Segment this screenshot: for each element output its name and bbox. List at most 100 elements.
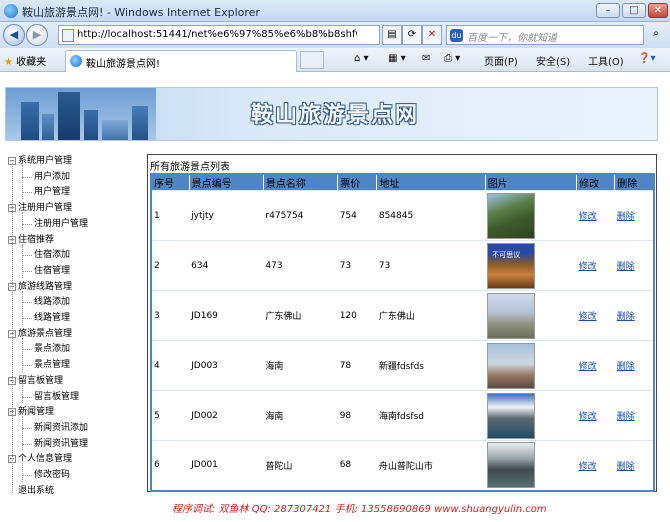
cell-index: 2 [151, 240, 190, 291]
cell-price: 78 [337, 340, 377, 391]
menu-item[interactable]: 用户添加 [34, 171, 70, 183]
cell-code: 634 [189, 240, 264, 291]
edit-link[interactable]: 修改 [579, 462, 597, 472]
maximize-button[interactable]: □ [622, 3, 646, 18]
table-row: 6 JD001 普陀山 68 舟山普陀山市 修改 删除 [151, 440, 654, 491]
url-text[interactable]: http://localhost:51441/net%e6%97%85%e6%b… [77, 29, 357, 40]
menu-item[interactable]: 景点添加 [34, 343, 70, 355]
cell-delete: 删除 [614, 290, 654, 341]
address-bar[interactable]: http://localhost:51441/net%e6%97%85%e6%b… [58, 25, 380, 45]
search-icon[interactable]: ⌕ [646, 25, 666, 45]
menu-item[interactable]: 新闻资讯添加 [34, 422, 88, 434]
delete-link[interactable]: 删除 [617, 362, 635, 372]
browser-tab[interactable]: 鞍山旅游景点网! [65, 50, 297, 72]
temple-village-photo[interactable] [487, 442, 536, 489]
edit-link[interactable]: 修改 [579, 412, 597, 422]
delete-link[interactable]: 删除 [617, 462, 635, 472]
forward-button[interactable]: ▶ [26, 24, 48, 46]
menu-item[interactable]: 留言板管理 [34, 391, 79, 403]
edit-link[interactable]: 修改 [579, 312, 597, 322]
cell-image [485, 440, 577, 491]
cell-price: 68 [337, 440, 377, 491]
menu-item[interactable]: 住宿管理 [34, 265, 70, 277]
menu-group[interactable]: − 留言板管理 [8, 375, 63, 387]
cell-address: 广东佛山 [376, 290, 486, 341]
cell-image [485, 340, 577, 391]
delete-link[interactable]: 删除 [617, 262, 635, 272]
menu-item[interactable]: 注册用户管理 [34, 218, 88, 230]
city-skyline-photo[interactable] [487, 292, 536, 339]
image-caption: 不可思议 [492, 250, 521, 259]
cell-name: 普陀山 [263, 440, 338, 491]
address-row: ◀ ▶ http://localhost:51441/net%e6%97%85%… [0, 22, 670, 48]
cell-code: JD003 [189, 340, 264, 391]
tab-label: 鞍山旅游景点网! [86, 59, 161, 70]
table-row: 1 jytjty r475754 754 854845 修改 删除 [151, 190, 654, 241]
menu-item[interactable]: 线路管理 [34, 312, 70, 324]
compat-view-button[interactable]: ▤ [382, 25, 402, 45]
delete-link[interactable]: 删除 [617, 412, 635, 422]
delete-link[interactable]: 删除 [617, 212, 635, 222]
cell-name: 广东佛山 [263, 290, 338, 341]
home-icon[interactable]: ⌂ ▾ [354, 53, 369, 64]
edit-link[interactable]: 修改 [579, 212, 597, 222]
delete-link[interactable]: 删除 [617, 312, 635, 322]
cell-edit: 修改 [576, 290, 615, 341]
new-tab-button[interactable] [300, 51, 324, 69]
travel-poster-photo[interactable]: 不可思议 [487, 242, 536, 289]
col-code: 景点编号 [189, 174, 264, 191]
menu-group[interactable]: − 旅游线路管理 [8, 281, 72, 293]
menu-group[interactable]: − 注册用户管理 [8, 202, 72, 214]
tower-city-photo[interactable] [487, 342, 536, 389]
menu-group-label: 旅游线路管理 [18, 281, 73, 292]
cell-delete: 删除 [614, 190, 654, 241]
menu-item[interactable]: 修改密码 [34, 469, 70, 481]
stop-button[interactable]: ✕ [422, 25, 442, 45]
menu-item[interactable]: 住宿添加 [34, 249, 70, 261]
menu-group[interactable]: − 系统用户管理 [8, 155, 72, 167]
page-menu[interactable]: 页面(P) [484, 53, 518, 68]
table-row: 3 JD169 广东佛山 120 广东佛山 修改 删除 [151, 290, 654, 341]
tools-menu[interactable]: 工具(O) [588, 53, 624, 68]
menu-item[interactable]: 用户管理 [34, 186, 70, 198]
safety-menu[interactable]: 安全(S) [536, 53, 570, 68]
menu-group[interactable]: − 住宿推荐 [8, 234, 54, 246]
refresh-button[interactable]: ⟳ [402, 25, 422, 45]
close-button[interactable]: ✕ [648, 3, 668, 18]
menu-item[interactable]: 景点管理 [34, 359, 70, 371]
favorites-button[interactable]: ★ 收藏夹 [4, 53, 46, 68]
feeds-icon[interactable]: ▦ ▾ [388, 53, 406, 64]
search-placeholder[interactable]: 百度一下，你就知道 [467, 29, 557, 44]
edit-link[interactable]: 修改 [579, 362, 597, 372]
ie-logo-icon [4, 4, 18, 18]
menu-group[interactable]: − 新闻管理 [8, 406, 54, 418]
menu-item[interactable]: 新闻资讯管理 [34, 438, 88, 450]
cell-address: 新疆fdsfds [376, 340, 486, 391]
search-box[interactable]: du 百度一下，你就知道 [446, 25, 644, 45]
snow-mountain-lake-photo[interactable] [487, 392, 536, 439]
cell-edit: 修改 [576, 390, 615, 441]
table-header-row: 序号 景点编号 景点名称 票价 地址 图片 修改 删除 [151, 174, 654, 191]
edit-link[interactable]: 修改 [579, 262, 597, 272]
cell-image [485, 390, 577, 441]
mountain-cliff-photo[interactable] [487, 192, 536, 239]
cell-address: 854845 [376, 190, 486, 241]
col-name: 景点名称 [263, 174, 339, 191]
menu-group-label: 新闻管理 [18, 407, 55, 418]
print-icon[interactable]: ⎙ ▾ [444, 53, 460, 64]
menu-item[interactable]: 线路添加 [34, 296, 70, 308]
minimize-button[interactable]: – [596, 3, 620, 18]
cell-index: 6 [151, 440, 190, 491]
menu-group[interactable]: − 个人信息管理 [8, 453, 72, 465]
cell-address: 海南fdsfsd [376, 390, 486, 441]
back-button[interactable]: ◀ [3, 24, 25, 46]
mail-icon[interactable]: ✉ [422, 53, 430, 64]
site-banner: 鞍山旅游景点网 [5, 87, 658, 141]
col-index: 序号 [151, 174, 190, 191]
help-icon[interactable]: ❓▾ [638, 53, 655, 64]
scenic-list-panel: 所有旅游景点列表 序号 景点编号 景点名称 票价 地址 图片 修改 删除 1 jy… [147, 154, 657, 492]
menu-group[interactable]: − 旅游景点管理 [8, 328, 72, 340]
cell-edit: 修改 [576, 240, 615, 291]
col-price: 票价 [337, 174, 378, 191]
logout-link[interactable]: 退出系统 [18, 485, 54, 497]
